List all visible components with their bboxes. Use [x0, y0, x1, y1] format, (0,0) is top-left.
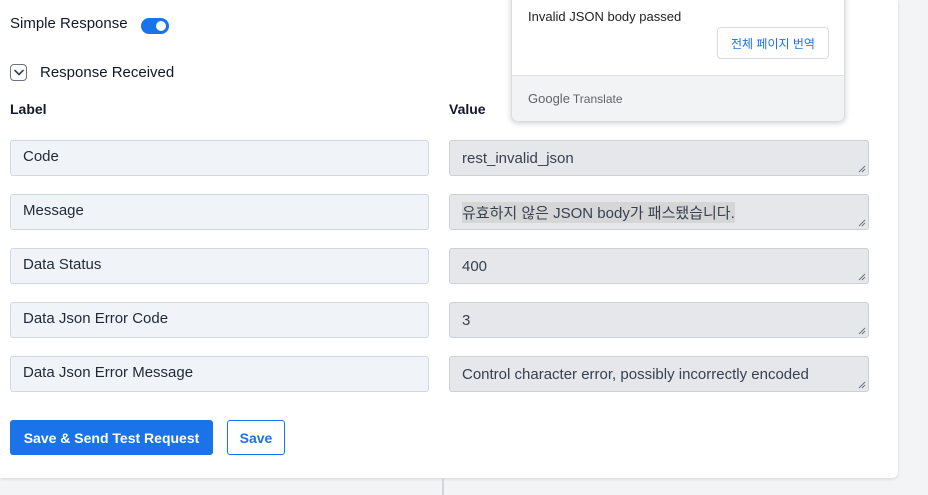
- value-field-data-status[interactable]: 400: [449, 248, 869, 284]
- resize-handle-icon[interactable]: [858, 273, 866, 281]
- resize-handle-icon[interactable]: [858, 381, 866, 389]
- value-field-json-error-message[interactable]: Control character error, possibly incorr…: [449, 356, 869, 392]
- value-column-header: Value: [449, 101, 486, 117]
- label-field-message[interactable]: Message: [10, 194, 429, 230]
- resize-handle-icon[interactable]: [858, 327, 866, 335]
- label-text: Code: [23, 148, 59, 165]
- divider-line: [442, 478, 444, 495]
- simple-response-row: Simple Response: [10, 12, 169, 34]
- chevron-down-icon[interactable]: [10, 64, 27, 81]
- label-field-code[interactable]: Code: [10, 140, 429, 176]
- value-text: Control character error, possibly incorr…: [462, 365, 809, 383]
- toggle-knob-icon: [155, 21, 166, 31]
- google-logo-text: Google: [528, 91, 570, 106]
- simple-response-toggle[interactable]: [140, 18, 169, 34]
- translate-brand-text: Translate: [572, 91, 623, 106]
- label-text: Data Status: [23, 256, 102, 273]
- value-text: 유효하지 않은 JSON body가 패스됐습니다.: [462, 201, 735, 223]
- value-field-json-error-code[interactable]: 3: [449, 302, 869, 338]
- translate-full-page-button[interactable]: 전체 페이지 번역: [717, 27, 829, 59]
- value-text: rest_invalid_json: [462, 149, 574, 167]
- save-button[interactable]: Save: [227, 420, 285, 455]
- translate-original-text: Invalid JSON body passed: [528, 9, 682, 24]
- simple-response-label: Simple Response: [10, 14, 128, 32]
- resize-handle-icon[interactable]: [858, 165, 866, 173]
- response-panel: Simple Response Response Received Label …: [0, 0, 898, 478]
- label-field-json-error-message[interactable]: Data Json Error Message: [10, 356, 429, 392]
- label-column-header: Label: [10, 101, 47, 117]
- response-received-label: Response Received: [40, 64, 175, 81]
- save-and-send-button[interactable]: Save & Send Test Request: [10, 420, 213, 455]
- value-field-message[interactable]: 유효하지 않은 JSON body가 패스됐습니다.: [449, 194, 869, 230]
- google-translate-popup: Invalid JSON body passed 전체 페이지 번역 Googl…: [511, 0, 845, 121]
- value-text: 400: [462, 257, 488, 275]
- response-received-row[interactable]: Response Received: [10, 64, 174, 81]
- label-text: Data Json Error Message: [23, 364, 194, 381]
- translate-footer: Google Translate: [512, 75, 844, 121]
- resize-handle-icon[interactable]: [858, 219, 866, 227]
- value-text: 3: [462, 311, 471, 329]
- label-text: Message: [23, 202, 84, 219]
- label-text: Data Json Error Code: [23, 310, 169, 327]
- label-field-json-error-code[interactable]: Data Json Error Code: [10, 302, 429, 338]
- label-field-data-status[interactable]: Data Status: [10, 248, 429, 284]
- value-field-code[interactable]: rest_invalid_json: [449, 140, 869, 176]
